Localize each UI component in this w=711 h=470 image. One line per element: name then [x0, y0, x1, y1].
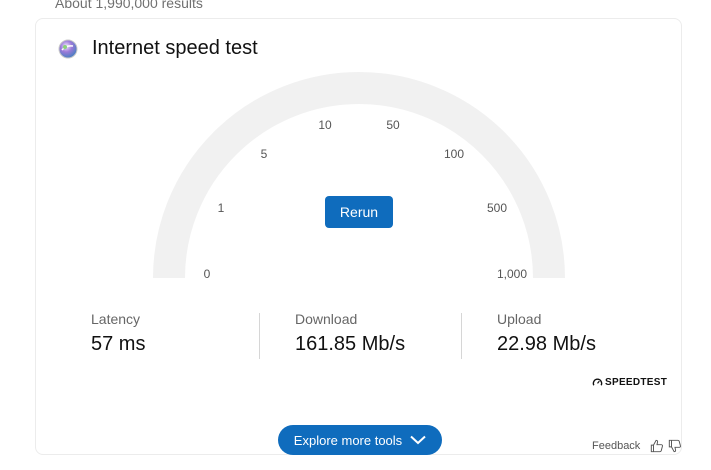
- upload-stat: Upload 22.98 Mb/s: [497, 311, 596, 356]
- gauge-label-10: 10: [318, 118, 332, 132]
- gauge-label-50: 50: [386, 118, 400, 132]
- results-count: About 1,990,000 results: [55, 0, 203, 11]
- gauge-label-5: 5: [261, 147, 268, 161]
- thumbs-down-icon[interactable]: [668, 439, 682, 453]
- gauge-label-100: 100: [444, 147, 464, 161]
- download-value: 161.85 Mb/s: [295, 333, 406, 355]
- feedback-link[interactable]: Feedback: [592, 440, 640, 452]
- download-stat: Download 161.85 Mb/s: [295, 311, 405, 356]
- speedtest-gauge-icon: [592, 378, 603, 386]
- latency-stat: Latency 57 ms: [91, 311, 145, 356]
- stat-divider: [259, 313, 260, 359]
- speedtest-label: SPEEDTEST: [605, 377, 668, 388]
- thumbs-up-icon[interactable]: [650, 439, 664, 453]
- latency-value: 57 ms: [91, 333, 146, 355]
- speed-test-card: Internet speed test 0 1 5 10 50 100 500 …: [35, 18, 682, 455]
- speed-stats: Latency 57 ms Download 161.85 Mb/s Uploa…: [36, 311, 683, 371]
- gauge-label-1: 1: [218, 201, 225, 215]
- stat-divider: [461, 313, 462, 359]
- chevron-down-icon: [410, 435, 426, 445]
- rerun-button[interactable]: Rerun: [325, 196, 393, 228]
- explore-more-tools-button[interactable]: Explore more tools: [278, 425, 442, 455]
- gauge-label-0: 0: [204, 267, 211, 281]
- gauge-label-1000: 1,000: [497, 267, 527, 281]
- speed-gauge: 0 1 5 10 50 100 500 1,000: [153, 72, 565, 281]
- upload-value: 22.98 Mb/s: [497, 333, 596, 355]
- gauge-track: [153, 72, 565, 279]
- explore-label: Explore more tools: [293, 432, 403, 448]
- speedtest-logo[interactable]: SPEEDTEST: [592, 377, 667, 388]
- upload-label: Upload: [497, 311, 542, 327]
- feedback-area: Feedback: [592, 439, 682, 453]
- gauge-label-500: 500: [487, 201, 507, 215]
- download-label: Download: [295, 311, 358, 327]
- latency-label: Latency: [91, 311, 141, 327]
